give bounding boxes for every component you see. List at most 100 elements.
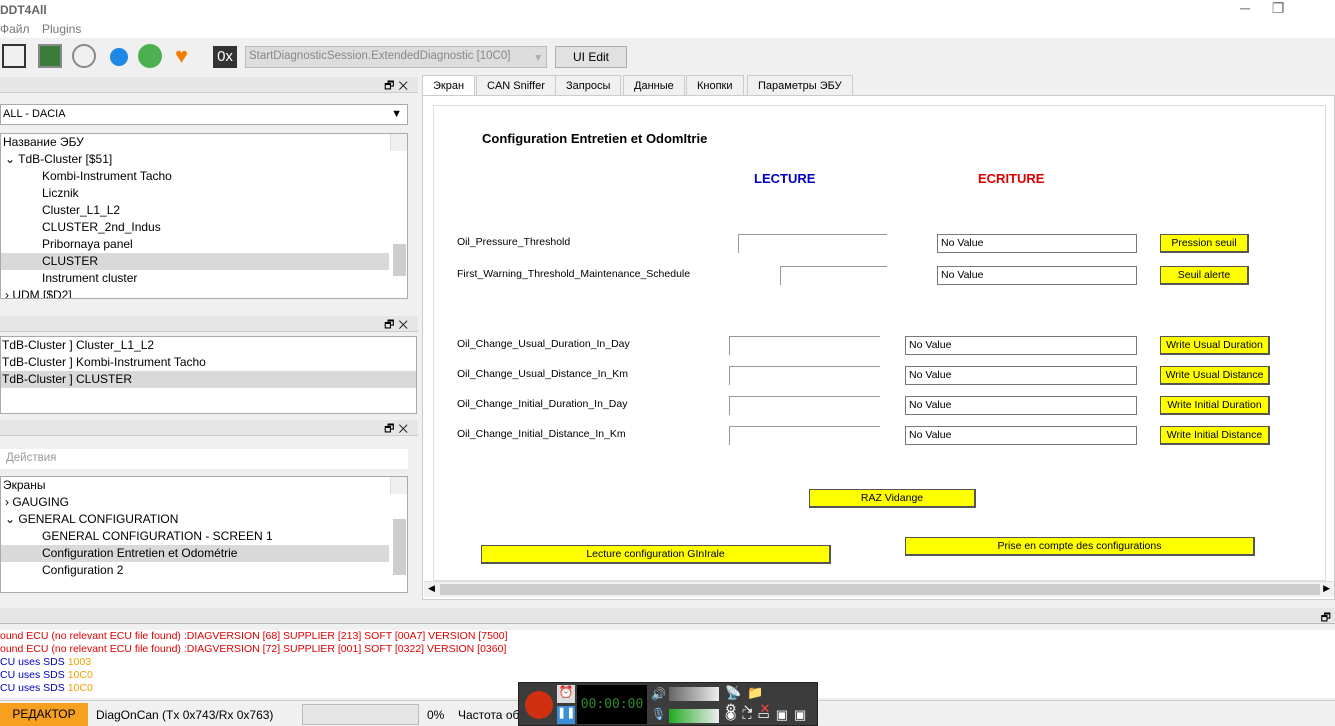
hex-icon[interactable]: 0x xyxy=(213,46,237,68)
param-label: Oil_Pressure_Threshold xyxy=(457,236,571,248)
write-value-input[interactable]: No Value xyxy=(937,234,1137,253)
apply-config-button[interactable]: Prise en compte des configurations xyxy=(905,537,1255,556)
dock-float-close-icons[interactable]: 🗗✕ xyxy=(384,77,412,96)
toolbar: ♥ 0x StartDiagnosticSession.ExtendedDiag… xyxy=(0,40,1335,72)
tab-ecu-params[interactable]: Параметры ЭБУ xyxy=(747,75,853,96)
scrollbar[interactable] xyxy=(390,134,407,276)
tree-item-selected[interactable]: Configuration Entretien et Odométrie xyxy=(1,545,389,562)
tree-item-selected[interactable]: CLUSTER xyxy=(1,253,389,270)
read-header: LECTURE xyxy=(754,171,816,186)
log-line: ound ECU (no relevant ECU file found) :D… xyxy=(0,630,508,642)
speaker-icon[interactable]: 🔊 xyxy=(651,687,666,701)
read-value-field xyxy=(729,366,880,385)
raz-vidange-button[interactable]: RAZ Vidange xyxy=(809,489,976,508)
found-dock-header: 🗗✕ xyxy=(0,316,418,332)
write-value-input[interactable]: No Value xyxy=(905,336,1137,355)
tab-data[interactable]: Данные xyxy=(623,75,685,96)
speaker-level[interactable] xyxy=(669,687,719,701)
screens-tree[interactable]: Экраны › GAUGING ⌄ GENERAL CONFIGURATION… xyxy=(0,476,408,593)
progress-bar xyxy=(302,704,419,725)
tree-item[interactable]: GENERAL CONFIGURATION - SCREEN 1 xyxy=(1,528,407,545)
read-value-field xyxy=(738,234,887,253)
write-button[interactable]: Pression seuil xyxy=(1160,234,1249,253)
dock-float-close-icons[interactable]: 🗗✕ xyxy=(384,316,412,335)
scan-icon[interactable] xyxy=(2,44,26,68)
actions-input[interactable]: Действия xyxy=(0,449,408,469)
tree-item[interactable]: Instrument cluster xyxy=(1,270,407,287)
ui-edit-button[interactable]: UI Edit xyxy=(555,46,627,68)
tree-item[interactable]: ⌄ TdB-Cluster [$51] xyxy=(1,151,407,168)
vehicle-value: ALL - DACIA xyxy=(3,108,66,120)
session-value: StartDiagnosticSession.ExtendedDiagnosti… xyxy=(249,50,511,62)
tree-item[interactable]: Kombi-Instrument Tacho xyxy=(1,168,407,185)
write-button[interactable]: Write Initial Distance xyxy=(1160,426,1270,445)
monitor-icon[interactable] xyxy=(38,44,62,68)
tree-item[interactable]: ⌄ GENERAL CONFIGURATION xyxy=(1,511,407,528)
param-label: Oil_Change_Initial_Duration_In_Day xyxy=(457,398,628,410)
menu-plugins[interactable]: Plugins xyxy=(42,22,81,36)
write-value-input[interactable]: No Value xyxy=(937,266,1137,285)
found-list[interactable]: TdB-Cluster ] Cluster_L1_L2 TdB-Cluster … xyxy=(0,336,417,414)
write-button[interactable]: Write Initial Duration xyxy=(1160,396,1270,415)
tree-item[interactable]: Licznik xyxy=(1,185,407,202)
alarm-icon[interactable]: ⏰ xyxy=(557,685,575,703)
tree-item[interactable]: Pribornaya panel xyxy=(1,236,407,253)
scroll-left-icon[interactable]: ◀ xyxy=(428,583,435,594)
log-dock-header: 🗗 xyxy=(0,608,1335,624)
write-value-input[interactable]: No Value xyxy=(905,426,1137,445)
title-bar: DDT4All ─❐ xyxy=(0,0,1335,20)
dock-float-close-icons[interactable]: 🗗✕ xyxy=(384,420,412,439)
tab-can-sniffer[interactable]: CAN Sniffer xyxy=(476,75,556,96)
connection-status: DiagOnCan (Tx 0x743/Rx 0x763) xyxy=(96,708,274,722)
param-label: First_Warning_Threshold_Maintenance_Sche… xyxy=(457,268,691,280)
refresh-icon[interactable] xyxy=(110,48,128,66)
read-value-field xyxy=(729,396,880,415)
scroll-right-icon[interactable]: ▶ xyxy=(1323,583,1330,594)
horizontal-scrollbar[interactable]: ◀ ▶ xyxy=(424,581,1334,597)
window-controls[interactable]: ─❐ xyxy=(1240,0,1306,17)
record-button[interactable] xyxy=(525,691,553,719)
param-label: Oil_Change_Usual_Duration_In_Day xyxy=(457,338,630,350)
pause-icon[interactable]: ❚❚ xyxy=(557,706,575,724)
ecu-dock-header: 🗗✕ xyxy=(0,77,418,93)
mic-icon[interactable]: 🎙 xyxy=(651,707,666,721)
tree-item[interactable]: Configuration 2 xyxy=(1,562,407,579)
sync-icon[interactable] xyxy=(138,44,162,68)
tab-screen[interactable]: Экран xyxy=(422,75,476,96)
tree-item[interactable]: CLUSTER_2nd_Indus xyxy=(1,219,407,236)
tab-requests[interactable]: Запросы xyxy=(555,75,622,96)
tree-item[interactable]: › GAUGING xyxy=(1,494,407,511)
list-item[interactable]: TdB-Cluster ] Cluster_L1_L2 xyxy=(1,337,416,354)
write-button[interactable]: Write Usual Distance xyxy=(1160,366,1270,385)
write-value-input[interactable]: No Value xyxy=(905,396,1137,415)
log-line: CU uses SDS 1003 xyxy=(0,656,92,668)
face-icon[interactable] xyxy=(72,44,96,68)
tree-item[interactable]: › UDM [$D2] xyxy=(1,287,407,298)
recorder-tools-bottom[interactable]: ◉⛶▭▣▣ xyxy=(725,707,812,723)
write-button[interactable]: Write Usual Duration xyxy=(1160,336,1270,355)
frequency-label: Частота об xyxy=(458,708,520,722)
list-item[interactable]: TdB-Cluster ] Kombi-Instrument Tacho xyxy=(1,354,416,371)
session-combo[interactable]: StartDiagnosticSession.ExtendedDiagnosti… xyxy=(245,46,547,68)
scrollbar[interactable] xyxy=(390,477,407,575)
ecu-tree[interactable]: Название ЭБУ ⌄ TdB-Cluster [$51] Kombi-I… xyxy=(0,133,408,299)
tree-item[interactable]: Cluster_L1_L2 xyxy=(1,202,407,219)
mode-badge[interactable]: РЕДАКТОР xyxy=(0,703,88,726)
mic-level[interactable] xyxy=(669,709,719,723)
list-item-selected[interactable]: TdB-Cluster ] CLUSTER xyxy=(1,371,416,388)
screen-title: Configuration Entretien et OdomItrie xyxy=(482,131,708,146)
read-value-field xyxy=(729,336,880,355)
read-config-button[interactable]: Lecture configuration GInIrale xyxy=(481,545,831,564)
heart-icon[interactable]: ♥ xyxy=(175,45,199,67)
dock-float-icon[interactable]: 🗗 xyxy=(1321,609,1331,628)
write-button[interactable]: Seuil alerte xyxy=(1160,266,1249,285)
progress-text: 0% xyxy=(427,708,445,722)
timer-display: 00:00:00 xyxy=(577,685,647,724)
tree-header: Экраны xyxy=(3,478,46,492)
menu-file[interactable]: Файл xyxy=(0,22,30,36)
read-value-field xyxy=(780,266,887,285)
tab-buttons[interactable]: Кнопки xyxy=(686,75,744,96)
write-value-input[interactable]: No Value xyxy=(905,366,1137,385)
log-line: CU uses SDS 10C0 xyxy=(0,669,93,681)
vehicle-combo[interactable]: ALL - DACIA ▼ xyxy=(0,104,408,125)
